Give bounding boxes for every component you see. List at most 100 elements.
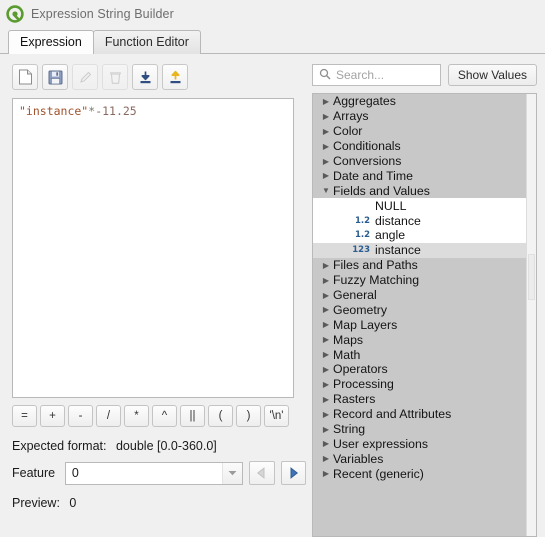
chevron-right-icon[interactable]: ▶ bbox=[319, 127, 333, 136]
operator-power[interactable]: ^ bbox=[152, 405, 177, 427]
tree-group-user-expressions[interactable]: ▶ User expressions bbox=[313, 436, 526, 451]
tree-group-color[interactable]: ▶ Color bbox=[313, 124, 526, 139]
tree-group-map-layers[interactable]: ▶ Map Layers bbox=[313, 317, 526, 332]
chevron-right-icon[interactable]: ▶ bbox=[319, 305, 333, 314]
operator-concat[interactable]: || bbox=[180, 405, 205, 427]
chevron-right-icon[interactable]: ▶ bbox=[319, 335, 333, 344]
tree-group-label: Date and Time bbox=[333, 168, 413, 183]
edit-expression-button bbox=[72, 64, 98, 90]
chevron-right-icon[interactable]: ▶ bbox=[319, 350, 333, 359]
operator-equals[interactable]: = bbox=[12, 405, 37, 427]
tree-scrollbar[interactable] bbox=[526, 94, 536, 536]
tree-group-maps[interactable]: ▶ Maps bbox=[313, 332, 526, 347]
operator-plus[interactable]: + bbox=[40, 405, 65, 427]
operator-close-paren[interactable]: ) bbox=[236, 405, 261, 427]
chevron-right-icon[interactable]: ▶ bbox=[319, 380, 333, 389]
tree-group-fuzzy-matching[interactable]: ▶ Fuzzy Matching bbox=[313, 273, 526, 288]
expression-text-editor[interactable]: "instance"*-11.25 bbox=[12, 98, 294, 398]
show-values-button[interactable]: Show Values bbox=[447, 64, 537, 86]
tree-group-fields-and-values[interactable]: ▼ Fields and Values bbox=[313, 183, 526, 198]
tree-group-label: Geometry bbox=[333, 302, 387, 317]
tree-field-null[interactable]: NULL bbox=[313, 198, 526, 214]
export-expressions-button[interactable] bbox=[162, 64, 188, 90]
tree-group-geometry[interactable]: ▶ Geometry bbox=[313, 302, 526, 317]
integer-field-icon: 123 bbox=[352, 245, 370, 256]
tree-field-label: distance bbox=[375, 213, 421, 228]
tree-group-conversions[interactable]: ▶ Conversions bbox=[313, 154, 526, 169]
chevron-right-icon[interactable]: ▶ bbox=[319, 425, 333, 434]
chevron-right-icon[interactable]: ▶ bbox=[319, 320, 333, 329]
tree-group-record-and-attributes[interactable]: ▶ Record and Attributes bbox=[313, 407, 526, 422]
search-input[interactable]: Search... bbox=[312, 64, 441, 86]
chevron-right-icon[interactable]: ▶ bbox=[319, 276, 333, 285]
tree-group-label: Record and Attributes bbox=[333, 407, 452, 422]
expression-token-field: "instance" bbox=[19, 104, 89, 118]
chevron-right-icon[interactable]: ▶ bbox=[319, 439, 333, 448]
tree-group-label: General bbox=[333, 288, 377, 303]
operator-button-row: = + - / * ^ || ( ) '\n' bbox=[12, 405, 306, 427]
tree-field-distance[interactable]: 1.2 distance bbox=[313, 213, 526, 229]
tree-group-general[interactable]: ▶ General bbox=[313, 288, 526, 303]
import-expressions-button[interactable] bbox=[132, 64, 158, 90]
chevron-right-icon[interactable]: ▶ bbox=[319, 261, 333, 270]
tree-group-label: Conditionals bbox=[333, 139, 401, 154]
tree-group-conditionals[interactable]: ▶ Conditionals bbox=[313, 139, 526, 154]
tree-group-date-and-time[interactable]: ▶ Date and Time bbox=[313, 168, 526, 183]
chevron-right-icon[interactable]: ▶ bbox=[319, 112, 333, 121]
feature-label: Feature bbox=[12, 466, 56, 480]
tree-group-aggregates[interactable]: ▶ Aggregates bbox=[313, 94, 526, 109]
function-tree-panel[interactable]: ▶ Aggregates ▶ Arrays ▶ Color ▶ Conditionals ▶ Co… bbox=[312, 93, 537, 537]
chevron-right-icon[interactable]: ▶ bbox=[319, 395, 333, 404]
feature-selector-row: Feature 0 bbox=[12, 461, 306, 485]
tab-function-editor[interactable]: Function Editor bbox=[92, 30, 201, 54]
chevron-right-icon[interactable]: ▶ bbox=[319, 171, 333, 180]
feature-combobox[interactable]: 0 bbox=[64, 461, 244, 485]
tree-group-label: Math bbox=[333, 347, 361, 362]
tree-group-arrays[interactable]: ▶ Arrays bbox=[313, 109, 526, 124]
new-expression-button[interactable] bbox=[12, 64, 38, 90]
tree-group-label: Operators bbox=[333, 362, 388, 377]
operator-minus[interactable]: - bbox=[68, 405, 93, 427]
chevron-right-icon[interactable]: ▶ bbox=[319, 157, 333, 166]
tree-scrollbar-thumb[interactable] bbox=[528, 254, 535, 300]
tree-group-files-and-paths[interactable]: ▶ Files and Paths bbox=[313, 258, 526, 273]
chevron-down-icon[interactable] bbox=[222, 462, 243, 484]
operator-multiply[interactable]: * bbox=[124, 405, 149, 427]
tree-field-angle[interactable]: 1.2 angle bbox=[313, 228, 526, 243]
previous-feature-button bbox=[249, 461, 275, 485]
tree-group-variables[interactable]: ▶ Variables bbox=[313, 451, 526, 466]
chevron-down-icon[interactable]: ▼ bbox=[319, 186, 333, 195]
tree-field-instance[interactable]: 123 instance bbox=[313, 242, 526, 258]
feature-combobox-value: 0 bbox=[71, 466, 79, 480]
tree-group-label: Fuzzy Matching bbox=[333, 273, 420, 288]
chevron-right-icon[interactable]: ▶ bbox=[319, 97, 333, 106]
tree-group-label: Processing bbox=[333, 377, 394, 392]
chevron-right-icon[interactable]: ▶ bbox=[319, 469, 333, 478]
tree-group-rasters[interactable]: ▶ Rasters bbox=[313, 392, 526, 407]
double-field-icon: 1.2 bbox=[354, 215, 370, 226]
search-row: Search... Show Values bbox=[312, 64, 537, 86]
tree-group-math[interactable]: ▶ Math bbox=[313, 347, 526, 362]
expression-token-number: -11.25 bbox=[95, 104, 137, 118]
tree-group-label: Color bbox=[333, 124, 363, 139]
tree-group-recent-generic[interactable]: ▶ Recent (generic) bbox=[313, 466, 526, 481]
next-feature-button[interactable] bbox=[280, 461, 306, 485]
chevron-right-icon[interactable]: ▶ bbox=[319, 454, 333, 463]
expression-toolbar bbox=[12, 64, 306, 90]
chevron-right-icon[interactable]: ▶ bbox=[319, 291, 333, 300]
tree-group-operators[interactable]: ▶ Operators bbox=[313, 362, 526, 377]
operator-newline[interactable]: '\n' bbox=[264, 405, 289, 427]
chevron-right-icon[interactable]: ▶ bbox=[319, 365, 333, 374]
chevron-right-icon[interactable]: ▶ bbox=[319, 142, 333, 151]
tree-group-processing[interactable]: ▶ Processing bbox=[313, 377, 526, 392]
tree-group-label: Recent (generic) bbox=[333, 466, 424, 481]
tree-group-string[interactable]: ▶ String bbox=[313, 422, 526, 437]
operator-divide[interactable]: / bbox=[96, 405, 121, 427]
save-expression-button[interactable] bbox=[42, 64, 68, 90]
tree-group-label: User expressions bbox=[333, 436, 428, 451]
search-magnifier-icon bbox=[319, 68, 331, 83]
qgis-logo-icon bbox=[6, 5, 24, 23]
chevron-right-icon[interactable]: ▶ bbox=[319, 410, 333, 419]
operator-open-paren[interactable]: ( bbox=[208, 405, 233, 427]
tab-expression[interactable]: Expression bbox=[8, 30, 94, 54]
